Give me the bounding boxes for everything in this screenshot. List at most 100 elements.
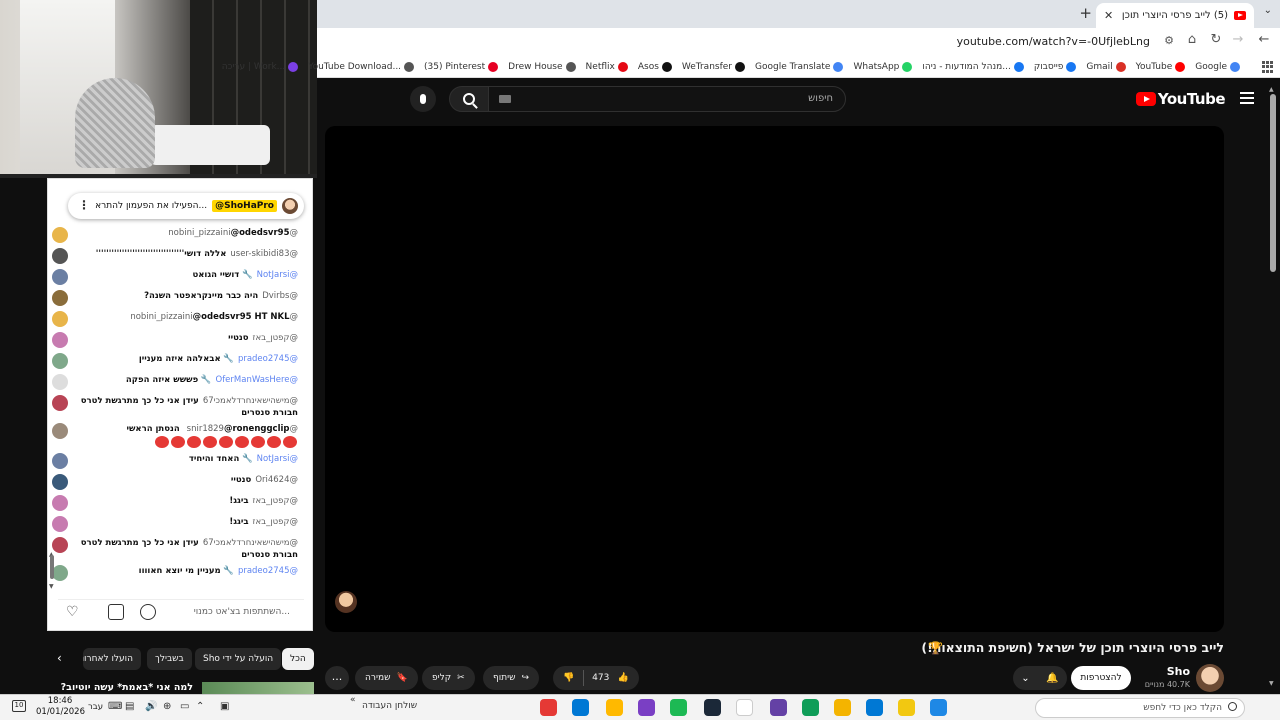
- avatar[interactable]: [52, 565, 68, 581]
- save-button[interactable]: שמירה 🔖: [355, 666, 418, 690]
- reload-icon[interactable]: ↻: [1206, 32, 1226, 47]
- chevron-left-icon[interactable]: ‹: [57, 651, 62, 665]
- pinned-message[interactable]: @ShoHaPro הפעילו את הפעמון להתרא... ⋮: [68, 193, 304, 219]
- bookmark-item[interactable]: Gmail: [1086, 61, 1126, 72]
- page-scrollbar-thumb[interactable]: [1270, 94, 1276, 272]
- like-icon[interactable]: 👍: [618, 673, 629, 683]
- avatar[interactable]: [52, 395, 68, 411]
- menu-icon[interactable]: [1240, 92, 1254, 104]
- taskbar-app-icon[interactable]: [606, 699, 623, 716]
- chat-author[interactable]: @NotJarsi: [257, 454, 298, 464]
- chat-author[interactable]: @מישהישאינחרדלאמכי67: [203, 396, 298, 406]
- chat-message[interactable]: @pradeo2745 🔧 אבאלהה איזה מעניין: [52, 351, 298, 372]
- scroll-down-icon[interactable]: ▼: [49, 583, 54, 590]
- chat-author[interactable]: @קפטן_באז: [253, 517, 298, 527]
- tab-search-icon[interactable]: ⌄: [1264, 5, 1272, 16]
- youtube-logo[interactable]: YouTube: [1135, 90, 1226, 108]
- avatar[interactable]: [52, 269, 68, 285]
- taskbar-app-icon[interactable]: [898, 699, 915, 716]
- scroll-down-icon[interactable]: ▼: [1269, 680, 1274, 687]
- chat-message[interactable]: @snir1829@ronenggclip הנסתן הראשי: [52, 421, 298, 451]
- bookmark-item[interactable]: YouTube Download...: [308, 61, 415, 72]
- chat-input[interactable]: השתתפות בצ'אט כמנוי... ♡: [58, 599, 304, 625]
- chat-message[interactable]: @Ori4624סנטיי: [52, 472, 298, 493]
- keyboard-icon[interactable]: ⌨: [108, 701, 122, 712]
- bookmark-item[interactable]: WhatsApp: [853, 61, 913, 72]
- avatar[interactable]: [52, 332, 68, 348]
- channel-avatar[interactable]: [1196, 664, 1224, 692]
- chat-author[interactable]: @Ori4624: [255, 475, 298, 485]
- bookmark-item[interactable]: Drew House: [508, 61, 576, 72]
- taskbar-app-icon[interactable]: [834, 699, 851, 716]
- taskbar-app-icon[interactable]: [930, 699, 947, 716]
- chat-author[interactable]: @קפטן_באז: [253, 333, 298, 343]
- bookmark-item[interactable]: (35) Pinterest: [424, 61, 499, 72]
- address-bar[interactable]: youtube.com/watch?v=-0UfjlebLng: [957, 35, 1150, 48]
- site-settings-icon[interactable]: ⚙: [1164, 34, 1174, 47]
- page-scrollbar[interactable]: ▲ ▼: [1269, 86, 1276, 687]
- bookmark-item[interactable]: Google Translate: [755, 61, 844, 72]
- chat-message[interactable]: @Dvirbsהיה כבר מיינקראפטר השנה?: [52, 288, 298, 309]
- chevron-up-icon[interactable]: ⌃: [196, 701, 204, 712]
- printer-icon[interactable]: ▤: [125, 701, 134, 712]
- taskbar-app-icon[interactable]: [540, 699, 557, 716]
- chat-author[interactable]: @Dvirbs: [262, 291, 298, 301]
- bookmark-item[interactable]: WeTransfer: [682, 61, 745, 72]
- recommended-title[interactable]: למה אני *באמת* עשה יוטיוב?: [61, 682, 193, 693]
- chip-uploaded-by[interactable]: הועלה על ידי Sho: [195, 648, 282, 670]
- chat-author[interactable]: @pradeo2745: [238, 354, 298, 364]
- dislike-button[interactable]: 👎: [563, 673, 574, 683]
- volume-icon[interactable]: 🔊: [145, 701, 157, 712]
- chat-message[interactable]: @pradeo2745 🔧 מעניין מי יוצא חאוווו: [52, 563, 298, 584]
- avatar[interactable]: [52, 290, 68, 306]
- taskbar-app-icon[interactable]: [736, 699, 753, 716]
- chat-message[interactable]: @user-skibidi83אללה דושי''''''''''''''''…: [52, 246, 298, 267]
- like-count[interactable]: 473: [592, 673, 609, 683]
- taskbar-app-icon[interactable]: [572, 699, 589, 716]
- clip-button[interactable]: קליפ ✂: [422, 666, 475, 690]
- subscribe-button[interactable]: להצטרפות: [1071, 666, 1131, 690]
- widgets-icon[interactable]: ▣: [220, 701, 229, 712]
- close-icon[interactable]: ✕: [1104, 9, 1113, 22]
- chat-message[interactable]: @NotJarsi 🔧 האחד והיחיד: [52, 451, 298, 472]
- chevron-up-icon[interactable]: «: [350, 695, 356, 705]
- chat-message[interactable]: @מישהישאינחרדלאמכי67עידן אני כל כך מתרגש…: [52, 393, 298, 421]
- bookmark-item[interactable]: Netflix: [586, 61, 628, 72]
- language-indicator[interactable]: עבר: [88, 702, 103, 712]
- chat-message[interactable]: @קפטן_באז סנטיי: [52, 330, 298, 351]
- taskbar-app-icon[interactable]: [802, 699, 819, 716]
- avatar[interactable]: [52, 311, 68, 327]
- voice-search-button[interactable]: [410, 86, 436, 112]
- chat-author[interactable]: @OferManWasHere: [216, 375, 299, 385]
- notification-bell-button[interactable]: ⌄ 🔔: [1013, 666, 1067, 690]
- chat-message[interactable]: @NotJarsi 🔧 דושיי הגואט: [52, 267, 298, 288]
- avatar[interactable]: [52, 374, 68, 390]
- bookmark-item[interactable]: Asos: [638, 61, 672, 72]
- channel-name[interactable]: Sho: [1167, 665, 1190, 678]
- avatar[interactable]: [52, 353, 68, 369]
- chat-message[interactable]: @קפטן_באז ביגג!: [52, 493, 298, 514]
- chat-author[interactable]: @user-skibidi83: [230, 249, 298, 259]
- chat-message[interactable]: @nobini_pizzaini@odedsvr95 HT NKL: [52, 309, 298, 330]
- search-button[interactable]: [449, 86, 489, 112]
- search-input[interactable]: חיפוש: [488, 86, 846, 112]
- recommended-thumbnail[interactable]: [202, 682, 314, 694]
- emoji-icon[interactable]: [140, 604, 156, 620]
- desktop-label[interactable]: שולחן העבודה: [362, 701, 417, 711]
- avatar[interactable]: [52, 248, 68, 264]
- chat-message[interactable]: @nobini_pizzaini@odedsvr95: [52, 225, 298, 246]
- home-icon[interactable]: ⌂: [1182, 32, 1202, 47]
- chat-message[interactable]: @מישהישאינחרדלאמכי67עידן אני כל כך מתרגש…: [52, 535, 298, 563]
- bookmark-item[interactable]: פייסבוק: [1034, 61, 1077, 72]
- back-icon[interactable]: ←: [1254, 32, 1274, 47]
- forward-icon[interactable]: →: [1228, 32, 1248, 47]
- share-button[interactable]: שיתוף ↪: [483, 666, 540, 690]
- chat-message[interactable]: @קפטן_באז ביגג!: [52, 514, 298, 535]
- recommended-video[interactable]: למה אני *באמת* עשה יוטיוב?: [47, 680, 314, 694]
- avatar[interactable]: [52, 495, 68, 511]
- bookmark-item[interactable]: YouTube: [1136, 61, 1186, 72]
- taskbar-app-icon[interactable]: [866, 699, 883, 716]
- bookmark-item[interactable]: Google: [1195, 61, 1240, 72]
- chat-author[interactable]: @NotJarsi: [257, 270, 298, 280]
- avatar[interactable]: [52, 537, 68, 553]
